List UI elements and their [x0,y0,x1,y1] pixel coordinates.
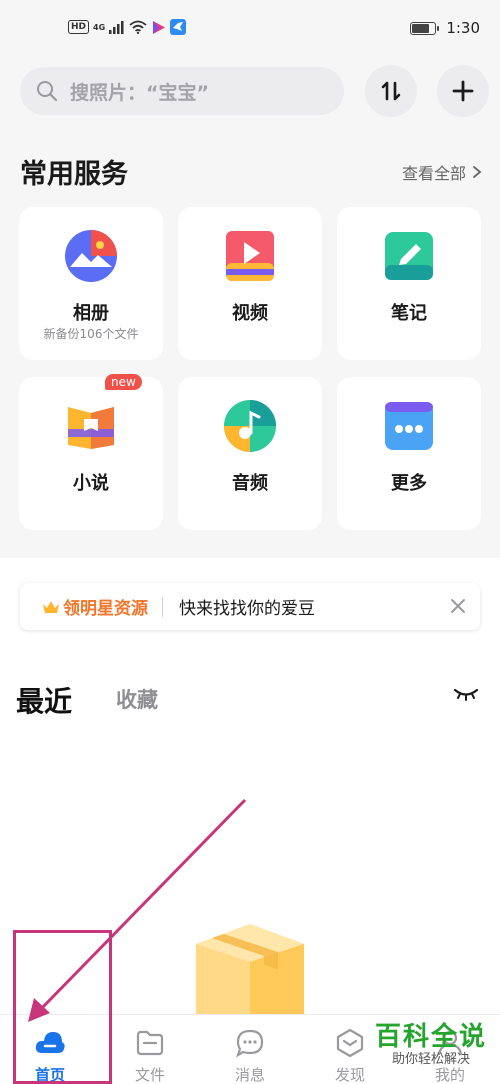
album-icon [65,230,117,282]
tab-favorites[interactable]: 收藏 [116,684,158,714]
status-time: 1:30 [446,19,480,37]
add-button[interactable] [437,65,489,117]
annotation-highlight-box [13,930,112,1084]
watermark-sub: 助你轻松解决 [391,1052,470,1067]
nav-messages[interactable]: 消息 [200,1015,300,1084]
service-label: 相册 [73,303,109,324]
banner-divider [162,596,163,617]
service-card-album[interactable]: 相册 新备份106个文件 [19,207,163,360]
video-icon [226,231,274,281]
banner-brand: 领明星资源 [42,594,148,619]
nav-label: 消息 [234,1066,265,1084]
watermark: 百科全说 助你轻松解决 [375,1022,487,1068]
nav-files[interactable]: 文件 [100,1015,200,1084]
bird-app-icon [170,19,187,35]
message-icon [236,1029,264,1058]
service-label: 音频 [232,473,268,494]
sort-button[interactable] [365,65,417,117]
search-placeholder: 搜照片：“宝宝” [70,81,209,104]
battery-icon [410,21,440,35]
watermark-main: 百科全说 [375,1022,488,1052]
novel-icon [68,407,114,449]
search-icon [37,81,58,102]
banner-text: 快来找找你的爱豆 [179,599,315,619]
services-title: 常用服务 [20,159,128,190]
crown-icon [43,600,59,613]
audio-icon [224,400,276,452]
status-bar: HD 4G 1:30 [0,0,500,50]
search-input[interactable]: 搜照片：“宝宝” [20,67,344,115]
service-label: 笔记 [391,303,427,324]
service-card-notes[interactable]: 笔记 [337,207,481,360]
video-app-icon [153,20,166,34]
tab-recent[interactable]: 最近 [16,680,72,720]
service-card-video[interactable]: 视频 [178,207,322,360]
hd-indicator: HD [68,20,90,34]
service-card-more[interactable]: 更多 [337,377,481,530]
eye-closed-icon[interactable] [453,687,479,701]
promo-banner[interactable]: 领明星资源 快来找找你的爱豆 [20,583,480,630]
service-card-audio[interactable]: 音频 [178,377,322,530]
nav-label: 文件 [134,1066,165,1084]
signal-icon [109,20,124,34]
sort-icon [381,81,401,101]
empty-box-illustration [196,924,304,1018]
more-icon [385,402,433,450]
notes-icon [385,232,433,280]
wifi-icon [129,20,147,34]
view-all-link[interactable]: 查看全部 [402,160,482,184]
service-label: 小说 [73,473,109,494]
view-all-label: 查看全部 [401,164,466,183]
new-badge: new [105,374,142,390]
service-card-novel[interactable]: new 小说 [19,374,163,530]
service-label: 更多 [391,473,427,494]
service-sublabel: 新备份106个文件 [43,327,139,341]
plus-icon [452,80,474,102]
folder-icon [136,1030,164,1056]
banner-brand-text: 领明星资源 [63,599,148,619]
discover-icon [336,1028,364,1058]
service-label: 视频 [232,303,268,324]
close-icon[interactable] [448,596,468,616]
chevron-right-icon [473,166,482,178]
network-type: 4G [93,22,106,32]
